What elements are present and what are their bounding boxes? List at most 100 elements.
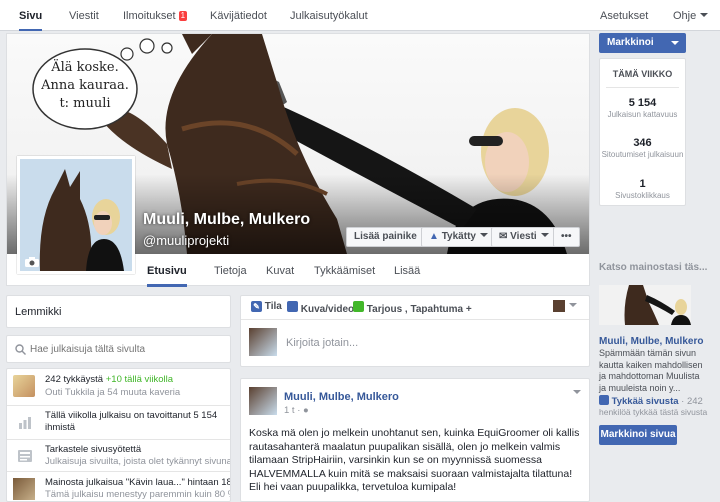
post-as-selector[interactable]: [553, 300, 577, 313]
avatar[interactable]: [249, 387, 277, 415]
likes-delta: +10 tällä viikolla: [105, 374, 174, 385]
reach-value[interactable]: 5 154: [600, 97, 685, 109]
chevron-down-icon: [479, 233, 488, 237]
weekly-stats: TÄMÄ VIIKKO 5 154 Julkaisun kattavuus 34…: [599, 58, 686, 206]
composer-tabs: ✎ Tila Kuva/video Tarjous , Tapahtuma +: [241, 296, 589, 320]
weekly-stats-title: TÄMÄ VIIKKO: [612, 69, 673, 79]
promote-button[interactable]: Markkinoi: [599, 33, 686, 53]
post-text: Koska mä olen jo melkein unohtanut sen, …: [249, 427, 580, 493]
likes-count-line: 242 tykkäystä +10 tällä viikolla: [45, 374, 174, 385]
category-box: Lemmikki: [6, 295, 231, 328]
message-label: Viesti: [510, 231, 537, 242]
divider: [606, 87, 679, 88]
liked-label: Tykätty: [441, 231, 476, 242]
post-thumbnail: [13, 478, 35, 500]
tab-messages[interactable]: Viestit: [69, 0, 99, 31]
more-options-button[interactable]: •••: [553, 227, 580, 247]
pencil-icon: ✎: [251, 301, 262, 312]
profile-illustration: [20, 159, 132, 271]
ad-preview-heading: Katso mainostasi täs...: [599, 262, 708, 273]
ad-preview-image[interactable]: [599, 285, 691, 325]
avatar: [249, 328, 277, 356]
ad-like-count: · 242: [678, 396, 703, 407]
message-button[interactable]: ✉ Viesti: [491, 227, 557, 247]
tab-photos[interactable]: Kuvat: [266, 257, 294, 287]
chevron-down-icon: [671, 41, 679, 45]
promote-page-button[interactable]: Markkinoi sivua: [599, 425, 677, 445]
clicks-label: Sivustoklikkaus: [615, 191, 670, 200]
chevron-down-icon: [569, 303, 577, 307]
feed-summary[interactable]: Tarkastele sivusyötettä Julkaisuja sivui…: [7, 439, 230, 471]
tab-likes[interactable]: Tykkäämiset: [314, 257, 375, 287]
friends-like-text: Outi Tukkila ja 54 muuta kaveria: [45, 387, 181, 398]
promote-post-title: Mainosta julkaisua "Kävin laua..." hinta…: [45, 477, 231, 488]
tab-more-label: Lisää: [394, 265, 421, 277]
ad-like-label: Tykkää sivusta: [611, 396, 679, 407]
thumbs-up-icon: [599, 395, 609, 405]
help-menu[interactable]: Ohje: [673, 0, 709, 31]
feed-subtitle: Julkaisuja sivuilta, joista olet tykänny…: [45, 456, 231, 467]
help-label: Ohje: [673, 10, 697, 22]
reach-text: Tällä viikolla julkaisu on tavoittanut 5…: [45, 410, 218, 433]
likes-summary[interactable]: 242 tykkäystä +10 tällä viikolla Outi Tu…: [7, 369, 230, 405]
post-author[interactable]: Muuli, Mulbe, Mulkero: [284, 391, 399, 403]
tab-more[interactable]: Lisää: [394, 257, 421, 300]
tab-insights[interactable]: Kävijätiedot: [210, 0, 267, 31]
avatar: [13, 375, 35, 397]
ad-like-subtext: henkilöä tykkää tästä sivusta: [599, 407, 708, 417]
feed-title: Tarkastele sivusyötettä: [45, 444, 142, 455]
composer-input[interactable]: Kirjoita jotain...: [286, 337, 358, 349]
settings-link[interactable]: Asetukset: [600, 0, 648, 31]
page-header: Älä koske. Anna kauraa. t: muuli Muuli, …: [6, 33, 590, 300]
tab-status-label: Tila: [264, 301, 282, 312]
tab-publishing-tools[interactable]: Julkaisutyökalut: [290, 0, 368, 31]
ad-page-name[interactable]: Muuli, Mulbe, Mulkero: [599, 336, 703, 347]
tab-about[interactable]: Tietoja: [214, 257, 247, 287]
post-timestamp[interactable]: 1 t · ●: [284, 405, 309, 416]
chevron-down-icon: [573, 390, 581, 394]
page-username[interactable]: @muuliprojekti: [143, 233, 229, 248]
page-summary-box: 242 tykkäystä +10 tällä viikolla Outi Tu…: [6, 368, 231, 502]
composer: ✎ Tila Kuva/video Tarjous , Tapahtuma + …: [240, 295, 590, 367]
promote-label: Markkinoi: [607, 37, 654, 48]
tab-notifications[interactable]: Ilmoitukset 1: [123, 0, 188, 31]
tab-offer-event[interactable]: Tarjous , Tapahtuma +: [353, 301, 472, 315]
top-navigation: Sivu Viestit Ilmoitukset 1 Kävijätiedot J…: [0, 0, 720, 31]
search-input[interactable]: [30, 341, 225, 358]
tab-photo-video-label: Kuva/video: [300, 304, 355, 315]
ad-illustration: [624, 285, 691, 325]
promote-post-summary[interactable]: Mainosta julkaisua "Kävin laua..." hinta…: [7, 471, 231, 501]
page-title[interactable]: Muuli, Mulbe, Mulkero: [143, 211, 310, 229]
message-icon: ✉: [499, 231, 508, 242]
tab-photo-video[interactable]: Kuva/video: [287, 301, 354, 315]
thumbs-up-icon: ▲: [429, 231, 439, 242]
search-icon: [15, 344, 26, 355]
post-card: Muuli, Mulbe, Mulkero 1 t · ● Koska mä o…: [240, 378, 590, 502]
chevron-down-icon: [540, 233, 549, 237]
search-box[interactable]: [6, 335, 231, 363]
add-button-button[interactable]: Lisää painike: [346, 227, 425, 247]
profile-picture[interactable]: [17, 156, 135, 274]
reach-summary[interactable]: Tällä viikolla julkaisu on tavoittanut 5…: [7, 405, 230, 439]
notification-badge: 1: [178, 11, 188, 21]
camera-icon[interactable]: [25, 257, 39, 267]
clicks-value[interactable]: 1: [600, 178, 685, 190]
liked-button[interactable]: ▲ Tykätty: [421, 227, 496, 247]
offer-icon: [353, 301, 364, 312]
engagement-value[interactable]: 346: [600, 137, 685, 149]
post-options[interactable]: [569, 387, 581, 399]
news-feed-icon: [18, 450, 32, 462]
thought-bubble-text: Älä koske. Anna kauraa. t: muuli: [41, 60, 129, 111]
ad-like-link[interactable]: Tykkää sivusta · 242: [599, 395, 703, 407]
bar-chart-icon: [19, 417, 31, 429]
avatar: [553, 300, 565, 313]
tab-home[interactable]: Etusivu: [147, 257, 187, 287]
globe-icon: ●: [303, 405, 309, 416]
tab-status[interactable]: ✎ Tila: [251, 301, 282, 312]
engagement-label: Sitoutumiset julkaisuun: [601, 150, 684, 159]
tab-page[interactable]: Sivu: [19, 0, 43, 31]
photo-icon: [287, 301, 298, 312]
promote-post-subtitle: Tämä julkaisu menestyy paremmin kuin 80 …: [45, 489, 231, 500]
tab-offer-event-label: Tarjous , Tapahtuma +: [366, 304, 472, 315]
tab-notifications-label: Ilmoitukset: [123, 10, 176, 22]
